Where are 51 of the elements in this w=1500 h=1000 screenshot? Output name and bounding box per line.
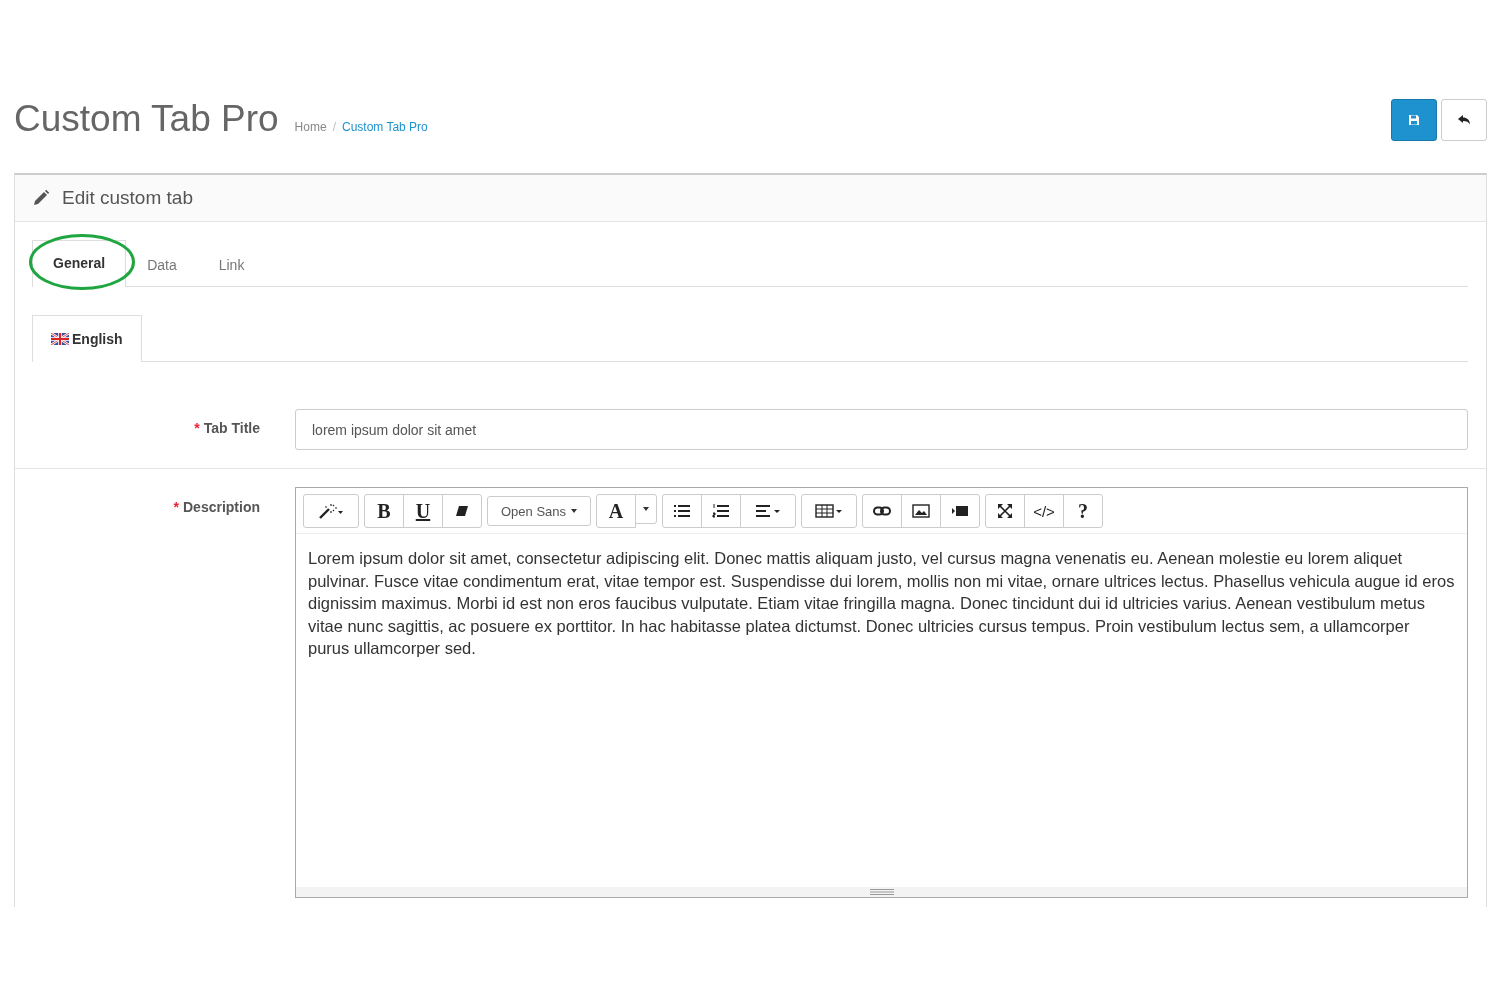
caret-icon bbox=[571, 509, 577, 513]
eraser-icon bbox=[455, 505, 469, 517]
magic-wand-icon bbox=[318, 503, 344, 519]
reply-arrow-icon bbox=[1457, 114, 1471, 126]
tab[interactable]: Data bbox=[126, 242, 198, 287]
font-dropdown[interactable]: Open Sans bbox=[487, 496, 591, 526]
resize-handle[interactable] bbox=[296, 887, 1467, 897]
fullscreen-button[interactable] bbox=[985, 494, 1025, 528]
numbered-list-button[interactable] bbox=[701, 494, 741, 528]
page-title: Custom Tab Pro bbox=[14, 97, 279, 141]
underline-button[interactable]: U bbox=[403, 494, 443, 528]
style-button[interactable] bbox=[303, 494, 359, 528]
tab[interactable]: General bbox=[32, 240, 127, 287]
breadcrumb-link[interactable]: Custom Tab Pro bbox=[341, 120, 428, 134]
breadcrumb-link[interactable]: Home bbox=[294, 120, 327, 134]
chain-link-icon bbox=[873, 506, 891, 516]
video-button[interactable] bbox=[940, 494, 980, 528]
field-label: Tab Title bbox=[203, 420, 260, 436]
field-label: Description bbox=[183, 499, 260, 515]
color-dropdown-button[interactable] bbox=[635, 494, 657, 524]
numbered-list-icon bbox=[712, 503, 730, 519]
align-left-icon bbox=[755, 504, 781, 518]
video-icon bbox=[951, 505, 969, 517]
tab-title-field[interactable]: lorem ipsum dolor sit amet bbox=[295, 409, 1468, 450]
bullet-list-button[interactable] bbox=[662, 494, 702, 528]
required-asterisk: * bbox=[173, 499, 179, 515]
image-button[interactable] bbox=[901, 494, 941, 528]
save-button[interactable] bbox=[1391, 99, 1437, 141]
panel-title: Edit custom tab bbox=[62, 187, 193, 209]
help-button[interactable]: ? bbox=[1063, 494, 1103, 528]
caret-icon bbox=[643, 507, 649, 511]
bold-button[interactable]: B bbox=[364, 494, 404, 528]
link-button[interactable] bbox=[862, 494, 902, 528]
align-dropdown-button[interactable] bbox=[740, 494, 796, 528]
tab[interactable]: Link bbox=[197, 242, 266, 287]
pencil-icon bbox=[32, 189, 50, 207]
language-tab[interactable]: English bbox=[32, 315, 142, 362]
flag-icon bbox=[51, 333, 69, 345]
table-button[interactable] bbox=[801, 494, 857, 528]
table-grid-icon bbox=[815, 504, 843, 518]
expand-arrows-icon bbox=[997, 503, 1013, 519]
text-color-button[interactable]: A bbox=[596, 494, 636, 528]
back-button[interactable] bbox=[1441, 99, 1487, 141]
required-asterisk: * bbox=[194, 420, 200, 436]
breadcrumb-separator: / bbox=[332, 120, 336, 134]
description-text[interactable]: Lorem ipsum dolor sit amet, consectetur adipiscing elit. Donec mattis aliquam justo, vel cursus magna venenatis eu. Aenean molestie eu lorem aliquet pulvinar. Fusce vitae condimentum erat, vitae tempor est. Suspendisse dui lorem, mollis non mi vitae, ornare ultrices lectus. Phasellus vehicula augue id eros dignissim maximus. Morbi id est non eros faucibus vulputate. Etiam vitae fringilla magna. Donec tincidunt dui id ultricies varius. Aenean vestibulum metus vitae nunc sagittis, ac posuere ex porttitor. In hac habitasse platea dictumst. Donec ultricies cursus tempus. Proin vestibulum lectus sem, a ullamcorper purus ullamcorper sed. bbox=[296, 534, 1467, 887]
bullet-list-icon bbox=[673, 504, 691, 518]
code-view-button[interactable]: </> bbox=[1024, 494, 1064, 528]
eraser-button[interactable] bbox=[442, 494, 482, 528]
grip-icon bbox=[869, 889, 894, 895]
picture-icon bbox=[912, 504, 930, 518]
